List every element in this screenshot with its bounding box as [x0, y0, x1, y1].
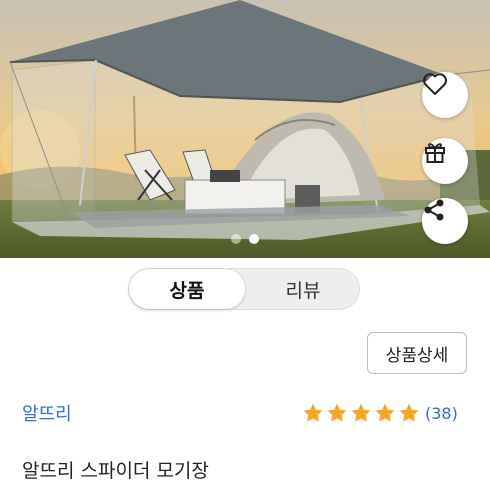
gift-icon: [425, 143, 445, 163]
carousel-dot[interactable]: [231, 234, 241, 244]
star-icon: [375, 403, 395, 422]
review-count[interactable]: (38): [425, 404, 458, 423]
brand-link[interactable]: 알뜨리: [22, 400, 72, 426]
heart-outline-icon: [423, 73, 447, 95]
product-title: 알뜨리 스파이더 모기장: [22, 460, 209, 482]
product-review-tabs: 상품 리뷰: [128, 268, 360, 310]
star-icon: [351, 403, 371, 422]
carousel-indicator: [0, 234, 490, 248]
tab-review[interactable]: 리뷰: [245, 269, 361, 309]
star-icon: [399, 403, 419, 422]
tab-product[interactable]: 상품: [129, 269, 245, 309]
product-hero-image[interactable]: [0, 0, 490, 258]
carousel-dot-active[interactable]: [249, 234, 259, 244]
share-icon: [424, 199, 444, 221]
star-icon: [327, 403, 347, 422]
camping-tent-photo: [0, 0, 490, 258]
star-icon: [303, 403, 323, 422]
rating[interactable]: (38): [302, 401, 458, 425]
gift-button[interactable]: [422, 138, 468, 184]
like-button[interactable]: [422, 72, 468, 118]
product-detail-button[interactable]: 상품상세: [367, 332, 467, 374]
